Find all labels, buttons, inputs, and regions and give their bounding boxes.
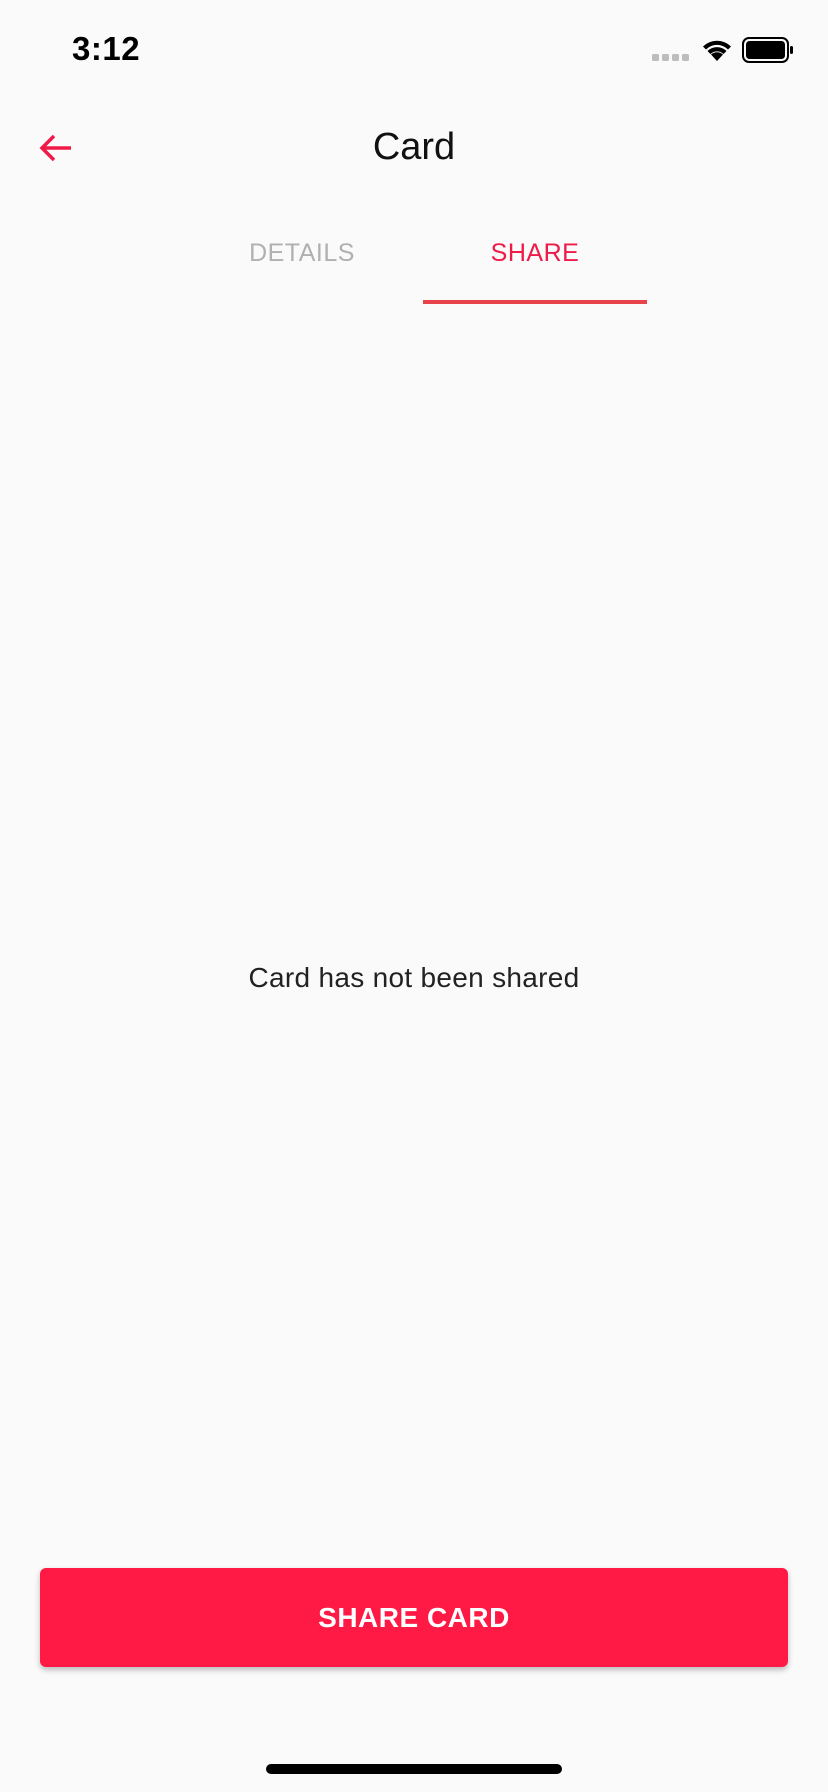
page-title: Card [372, 126, 456, 168]
status-bar: 3:12 [0, 0, 828, 100]
tab-bar: DETAILS SHARE [190, 220, 647, 304]
wifi-icon [703, 40, 731, 61]
tab-details[interactable]: DETAILS [190, 220, 414, 304]
cellular-signal-icon [652, 54, 689, 61]
share-card-button[interactable]: SHARE CARD [40, 1568, 788, 1667]
status-time: 3:12 [72, 30, 141, 67]
home-indicator [266, 1764, 562, 1774]
tab-indicator [423, 300, 647, 304]
battery-icon [742, 37, 793, 63]
empty-state-message: Card has not been shared [248, 962, 580, 993]
card-share-screen: 3:12 Card DETAILS SHARE Card has not bee… [0, 0, 828, 1792]
tab-share[interactable]: SHARE [423, 220, 647, 304]
